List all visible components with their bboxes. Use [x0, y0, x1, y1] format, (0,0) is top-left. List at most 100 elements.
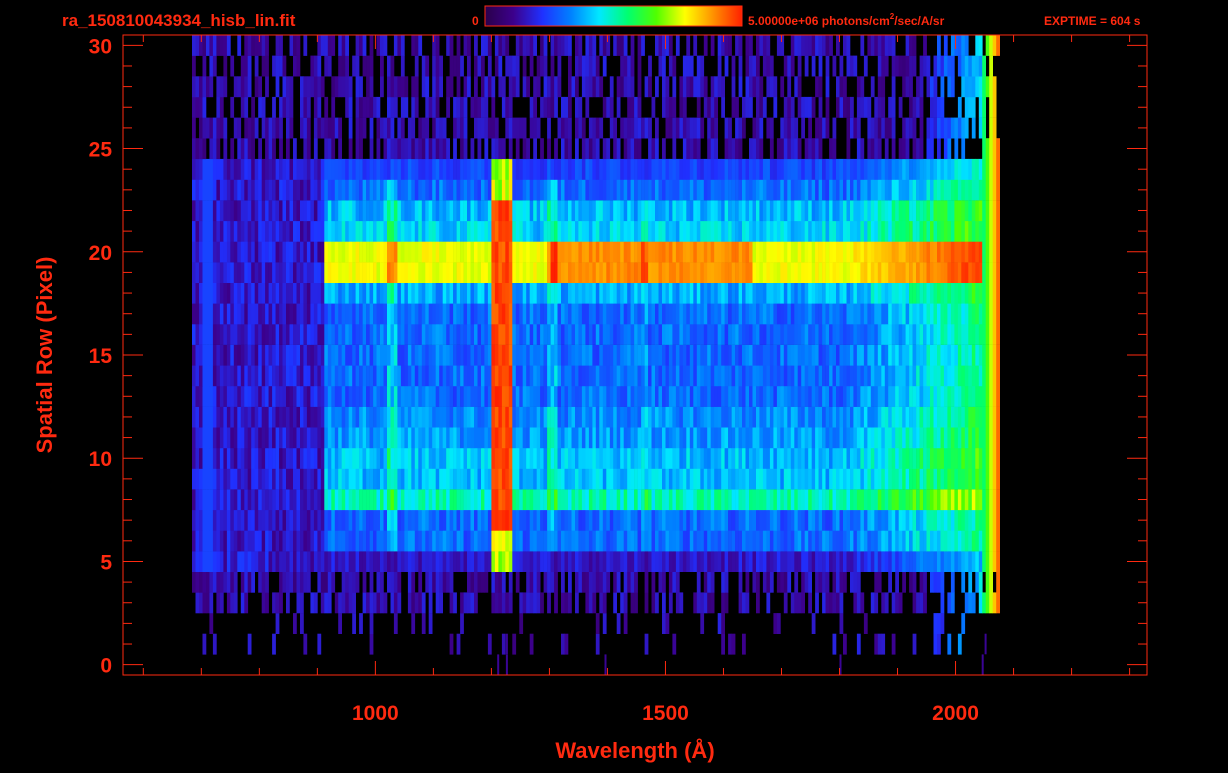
heatmap-cell: [251, 551, 255, 572]
heatmap-cell: [710, 344, 715, 366]
heatmap-cell: [742, 220, 746, 242]
heatmap-cell: [275, 592, 280, 614]
heatmap-cell: [460, 158, 464, 180]
heatmap-cell: [839, 530, 844, 552]
heatmap-cell: [568, 282, 572, 304]
heatmap-cell: [735, 303, 739, 325]
heatmap-cell: [909, 200, 913, 222]
heatmap-cell: [404, 406, 409, 428]
heatmap-cell: [978, 468, 983, 490]
heatmap-cell: [693, 509, 698, 531]
heatmap-cell: [655, 344, 659, 366]
heatmap-cell: [856, 468, 861, 490]
heatmap-cell: [474, 220, 478, 242]
heatmap-cell: [714, 344, 718, 366]
heatmap-cell: [877, 386, 882, 407]
heatmap-cell: [313, 468, 318, 490]
heatmap-cell: [923, 158, 927, 180]
heatmap-cell: [989, 262, 993, 283]
heatmap-cell: [359, 220, 363, 242]
heatmap-cell: [836, 468, 840, 490]
heatmap-cell: [916, 344, 920, 366]
heatmap-cell: [226, 220, 231, 242]
heatmap-cell: [595, 447, 600, 469]
heatmap-cell: [891, 200, 896, 222]
heatmap-cell: [971, 303, 976, 325]
heatmap-cell: [641, 365, 645, 387]
heatmap-cell: [874, 468, 879, 490]
heatmap-cell: [327, 427, 332, 449]
heatmap-cell: [602, 262, 607, 283]
heatmap-cell: [414, 303, 419, 325]
heatmap-cell: [912, 530, 917, 552]
heatmap-cell: [735, 344, 739, 366]
heatmap-cell: [272, 324, 276, 345]
heatmap-cell: [421, 468, 426, 490]
heatmap-cell: [846, 344, 851, 366]
heatmap-cell: [717, 158, 722, 180]
heatmap-cell: [334, 447, 339, 469]
heatmap-cell: [919, 447, 924, 469]
heatmap-cell: [982, 468, 986, 490]
heatmap-cell: [383, 365, 388, 387]
heatmap-cell: [613, 447, 617, 469]
heatmap-cell: [996, 365, 1000, 387]
heatmap-cell: [682, 427, 687, 449]
heatmap-cell: [662, 303, 666, 325]
heatmap-cell: [407, 262, 412, 283]
heatmap-cell: [721, 571, 725, 593]
heatmap-cell: [905, 200, 910, 222]
heatmap-cell: [286, 324, 290, 345]
heatmap-cell: [909, 530, 913, 552]
heatmap-cell: [717, 551, 722, 572]
heatmap-cell: [407, 179, 412, 201]
heatmap-cell: [971, 365, 976, 387]
heatmap-cell: [383, 282, 388, 304]
heatmap-cell: [769, 386, 774, 407]
heatmap-cell: [296, 303, 301, 325]
heatmap-cell: [192, 551, 196, 572]
heatmap-cell: [313, 303, 318, 325]
heatmap-cell: [275, 551, 280, 572]
heatmap-cell: [481, 447, 485, 469]
heatmap-cell: [449, 386, 454, 407]
heatmap-cell: [369, 241, 374, 263]
heatmap-cell: [881, 530, 886, 552]
heatmap-cell: [432, 447, 436, 469]
heatmap-cell: [568, 386, 572, 407]
heatmap-cell: [735, 324, 739, 345]
heatmap-cell: [519, 427, 524, 449]
heatmap-cell: [279, 447, 283, 469]
heatmap-cell: [529, 386, 534, 407]
heatmap-cell: [783, 365, 788, 387]
heatmap-cell: [376, 344, 381, 366]
heatmap-cell: [341, 220, 346, 242]
heatmap-cell: [971, 324, 976, 345]
heatmap-cell: [547, 406, 551, 428]
heatmap-cell: [738, 282, 743, 304]
heatmap-cell: [679, 489, 684, 511]
heatmap-cell: [327, 386, 332, 407]
heatmap-cell: [888, 509, 892, 531]
heatmap-cell: [536, 468, 541, 490]
heatmap-cell: [564, 365, 569, 387]
heatmap-cell: [898, 592, 903, 614]
heatmap-cell: [943, 324, 948, 345]
heatmap-cell: [665, 551, 670, 572]
heatmap-cell: [877, 530, 882, 552]
heatmap-cell: [474, 158, 478, 180]
heatmap-cell: [296, 509, 301, 531]
heatmap-cell: [637, 344, 642, 366]
heatmap-cell: [919, 220, 924, 242]
heatmap-cell: [345, 262, 349, 283]
heatmap-cell: [836, 592, 840, 614]
heatmap-cell: [829, 158, 833, 180]
heatmap-cell: [575, 158, 579, 180]
heatmap-cell: [595, 365, 600, 387]
heatmap-cell: [380, 530, 384, 552]
heatmap-cell: [985, 427, 990, 449]
heatmap-cell: [209, 220, 214, 242]
heatmap-cell: [703, 324, 708, 345]
heatmap-cell: [794, 530, 799, 552]
heatmap-cell: [585, 489, 590, 511]
